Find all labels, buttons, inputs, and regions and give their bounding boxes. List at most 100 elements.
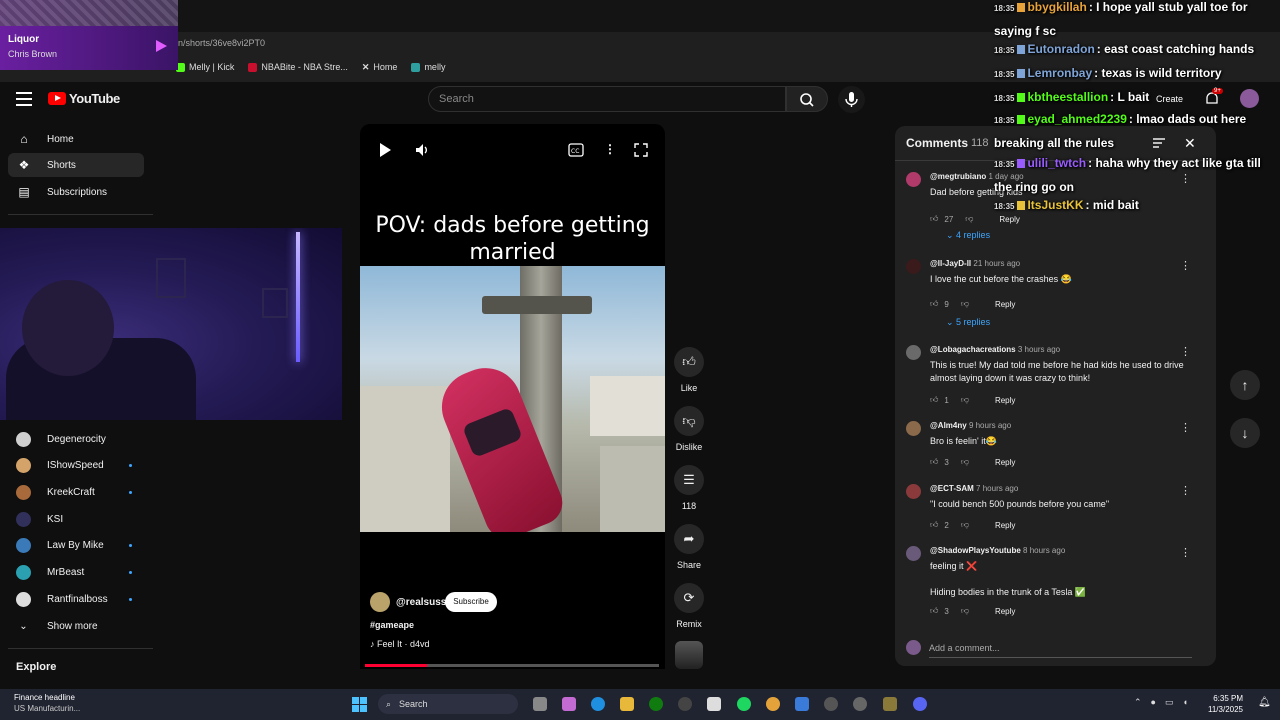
voice-search-button[interactable] — [838, 86, 865, 113]
more-options-button[interactable]: ⋮ — [604, 142, 616, 156]
bookmark-nbabite[interactable]: NBABite - NBA Stre... — [248, 62, 348, 72]
task-view-icon[interactable] — [533, 697, 547, 711]
reply-button[interactable]: Reply — [995, 607, 1015, 616]
app-icon[interactable] — [853, 697, 867, 711]
comment-author[interactable]: @ShadowPlaysYoutube — [930, 546, 1021, 555]
sidebar-subscription[interactable]: KreekCraft — [16, 482, 136, 502]
view-replies-button[interactable]: ⌄ 5 replies — [946, 317, 990, 328]
arrow-up-icon: ↑ — [1241, 377, 1249, 393]
thumbs-down-icon[interactable]: 👎︎ — [961, 606, 969, 616]
comment-author[interactable]: @ECT-SAM — [930, 484, 974, 493]
channel-name[interactable]: @realsuss — [396, 597, 446, 608]
thumbs-down-icon[interactable]: 👎︎ — [961, 457, 969, 467]
dislike-button[interactable]: 👎︎ Dislike — [672, 406, 706, 452]
sidebar-subscription[interactable]: KSI — [16, 509, 136, 529]
start-button[interactable] — [352, 697, 367, 712]
hashtag-link[interactable]: #gameape — [370, 620, 414, 630]
melly-icon — [411, 62, 421, 72]
volume-button[interactable] — [414, 142, 430, 161]
search-input[interactable]: Search — [428, 86, 786, 112]
thumbs-down-icon[interactable]: 👎︎ — [961, 299, 969, 309]
commenter-avatar[interactable] — [906, 345, 921, 360]
thumbs-down-icon[interactable]: 👎︎ — [961, 395, 969, 405]
play-button[interactable] — [378, 142, 392, 161]
taskbar-search[interactable]: ⌕ Search — [378, 694, 518, 714]
clock[interactable]: 6:35 PM 11/3/2025 — [1208, 693, 1243, 715]
commenter-avatar[interactable] — [906, 546, 921, 561]
show-more-button[interactable]: ⌄ Show more — [16, 616, 136, 636]
more-vert-icon[interactable]: ⋮ — [1180, 259, 1191, 272]
thumbs-up-icon[interactable]: 👍︎ — [930, 520, 938, 530]
sound-thumbnail[interactable] — [675, 641, 703, 669]
more-vert-icon[interactable]: ⋮ — [1180, 546, 1191, 559]
menu-icon[interactable] — [16, 92, 32, 106]
photos-icon[interactable] — [795, 697, 809, 711]
thumbs-up-icon[interactable]: 👍︎ — [930, 395, 938, 405]
file-explorer-icon[interactable] — [620, 697, 634, 711]
sidebar-subscription[interactable]: Degenerocity — [16, 429, 136, 449]
edge-icon[interactable] — [591, 697, 605, 711]
view-replies-button[interactable]: ⌄ 4 replies — [946, 230, 990, 241]
commenter-avatar[interactable] — [906, 421, 921, 436]
previous-short-button[interactable]: ↑ — [1230, 370, 1260, 400]
thumbs-up-icon[interactable]: 👍︎ — [930, 214, 938, 224]
comment-author[interactable]: @megtrubiano — [930, 172, 986, 181]
discord-icon[interactable] — [913, 697, 927, 711]
steam-icon[interactable] — [678, 697, 692, 711]
more-vert-icon[interactable]: ⋮ — [1180, 345, 1191, 358]
comment-author[interactable]: @ll-JayD-ll — [930, 259, 971, 268]
more-vert-icon[interactable]: ⋮ — [1180, 421, 1191, 434]
commenter-avatar[interactable] — [906, 484, 921, 499]
reply-button[interactable]: Reply — [995, 300, 1015, 309]
chrome-icon[interactable] — [766, 697, 780, 711]
sidebar-subscription[interactable]: IShowSpeed — [16, 456, 136, 476]
thumbs-down-icon[interactable]: 👎︎ — [965, 214, 973, 224]
commenter-avatar[interactable] — [906, 259, 921, 274]
spotify-icon[interactable] — [737, 697, 751, 711]
notification-center-icon[interactable]: 🔔︎ — [1258, 697, 1271, 708]
sidebar-subscription[interactable]: MrBeast — [16, 563, 136, 583]
thumbs-up-icon[interactable]: 👍︎ — [930, 299, 938, 309]
comment-author[interactable]: @Lobagachacreations — [930, 345, 1016, 354]
bookmark-melly[interactable]: melly — [411, 62, 445, 72]
sidebar-subscription[interactable]: Law By Mike — [16, 536, 136, 556]
sidebar-item-home[interactable]: ⌂ Home — [8, 127, 144, 151]
news-widget[interactable]: Finance headline US Manufacturin... — [14, 692, 80, 714]
sidebar-item-subscriptions[interactable]: ▤ Subscriptions — [8, 180, 144, 204]
store-icon[interactable] — [707, 697, 721, 711]
address-bar[interactable]: n/shorts/36ve8vi2PT0 — [176, 34, 996, 54]
reply-button[interactable]: Reply — [995, 458, 1015, 467]
copilot-icon[interactable] — [562, 697, 576, 711]
subscribe-button[interactable]: Subscribe — [445, 592, 497, 612]
thumbs-down-icon[interactable]: 👎︎ — [961, 520, 969, 530]
add-comment-field[interactable]: Add a comment... — [906, 640, 1198, 655]
bookmarks-bar: Melly | Kick NBABite - NBA Stre... ✕ Home… — [176, 58, 445, 76]
comment-author[interactable]: @Alm4ny — [930, 421, 967, 430]
thumbs-up-icon[interactable]: 👍︎ — [930, 457, 938, 467]
fullscreen-button[interactable] — [633, 142, 649, 161]
media-player-icon[interactable] — [824, 697, 838, 711]
comments-button[interactable]: ☰ 118 — [672, 465, 706, 511]
share-button[interactable]: ➦ Share — [672, 524, 706, 570]
system-tray[interactable]: ⌃ ● ▭ ◖ — [1134, 697, 1188, 708]
reply-button[interactable]: Reply — [995, 396, 1015, 405]
commenter-avatar[interactable] — [906, 172, 921, 187]
xbox-icon[interactable] — [649, 697, 663, 711]
captions-button[interactable]: CC — [568, 143, 584, 160]
sidebar-item-shorts[interactable]: ❖ Shorts — [8, 153, 144, 177]
song-link[interactable]: ♪ Feel It · d4vd — [370, 639, 430, 649]
remix-button[interactable]: ⟳ Remix — [672, 583, 706, 629]
sidebar-subscription[interactable]: Rantfinalboss — [16, 589, 136, 609]
next-short-button[interactable]: ↓ — [1230, 418, 1260, 448]
like-button[interactable]: 👍︎ Like — [672, 347, 706, 393]
bookmark-melly-kick[interactable]: Melly | Kick — [176, 62, 234, 72]
search-button[interactable] — [786, 86, 828, 112]
thumbs-up-icon[interactable]: 👍︎ — [930, 606, 938, 616]
bookmark-home[interactable]: ✕ Home — [362, 62, 398, 73]
more-vert-icon[interactable]: ⋮ — [1180, 484, 1191, 497]
app-icon[interactable] — [883, 697, 897, 711]
reply-button[interactable]: Reply — [995, 521, 1015, 530]
album-art — [0, 0, 178, 26]
channel-avatar[interactable] — [370, 592, 390, 612]
youtube-logo[interactable]: YouTube — [48, 91, 120, 106]
